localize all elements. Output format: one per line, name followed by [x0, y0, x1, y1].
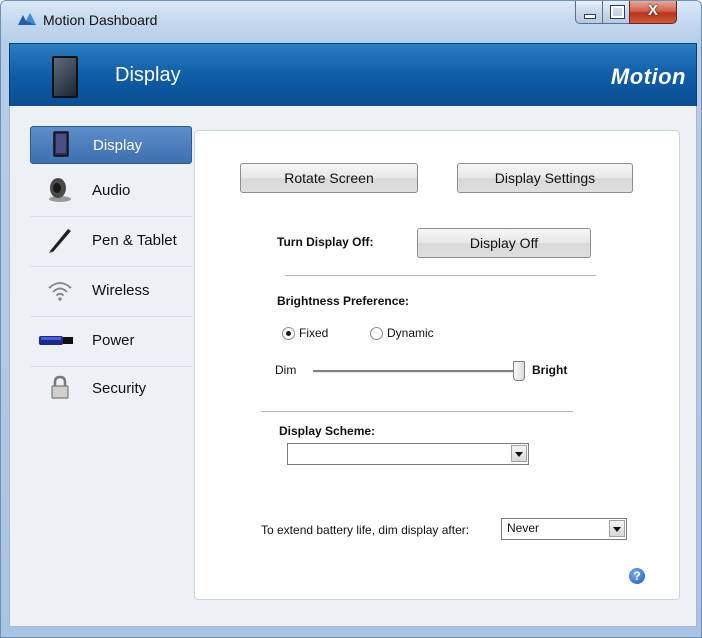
- display-panel: Rotate Screen Display Settings Turn Disp…: [194, 130, 680, 600]
- sidebar-divider: [30, 266, 192, 267]
- display-scheme-label: Display Scheme:: [279, 424, 376, 438]
- display-settings-button[interactable]: Display Settings: [457, 163, 633, 193]
- chevron-down-icon[interactable]: [511, 445, 527, 462]
- sidebar-item-label: Security: [92, 380, 147, 397]
- bright-label: Bright: [532, 363, 568, 377]
- rotate-screen-button[interactable]: Rotate Screen: [240, 163, 418, 193]
- maximize-button[interactable]: [602, 1, 630, 24]
- sidebar-item-security[interactable]: Security: [30, 368, 190, 412]
- dim-after-value: Never: [507, 521, 540, 535]
- tablet-icon: [52, 56, 78, 98]
- brightness-slider-track[interactable]: [313, 370, 519, 373]
- page-title: Display: [115, 64, 181, 86]
- sidebar-item-label: Wireless: [92, 282, 150, 299]
- title-bar[interactable]: Motion Dashboard X: [1, 1, 701, 41]
- sidebar-item-label: Display: [93, 137, 143, 154]
- app-logo-icon: [18, 13, 36, 25]
- minimize-button[interactable]: [575, 1, 603, 24]
- sidebar-divider: [30, 216, 192, 217]
- dim-after-dropdown[interactable]: Never: [501, 518, 627, 540]
- sidebar-item-power[interactable]: Power: [30, 320, 190, 364]
- sidebar-item-wireless[interactable]: Wireless: [30, 270, 190, 314]
- fixed-radio-label: Fixed: [299, 326, 329, 340]
- pen-icon: [49, 229, 71, 253]
- wireless-icon: [48, 282, 72, 301]
- close-icon: X: [647, 2, 658, 19]
- chevron-down-icon[interactable]: [609, 520, 625, 537]
- dynamic-radio-label: Dynamic: [387, 326, 434, 340]
- sidebar-item-label: Pen & Tablet: [92, 232, 177, 249]
- display-scheme-dropdown[interactable]: [287, 443, 529, 465]
- display-off-button[interactable]: Display Off: [417, 228, 591, 258]
- sidebar-item-label: Power: [92, 332, 135, 349]
- sidebar-divider: [30, 316, 192, 317]
- section-divider: [261, 411, 573, 412]
- brand-logo: Motion: [610, 64, 686, 89]
- brightness-slider-thumb[interactable]: [513, 361, 525, 381]
- tablet-icon: [53, 131, 69, 157]
- dynamic-radio[interactable]: [370, 327, 383, 340]
- brightness-preference-label: Brightness Preference:: [277, 294, 410, 308]
- window-title: Motion Dashboard: [43, 12, 158, 28]
- close-button[interactable]: X: [629, 1, 677, 24]
- sidebar-divider: [30, 366, 192, 367]
- battery-icon: [39, 336, 73, 345]
- speaker-icon: [49, 178, 71, 202]
- lock-icon: [51, 375, 69, 399]
- turn-display-off-label: Turn Display Off:: [277, 235, 374, 249]
- main-area: Display Audio Pen & Tablet Wireless Powe…: [9, 106, 697, 627]
- sidebar-item-audio[interactable]: Audio: [30, 170, 190, 214]
- sidebar-item-display[interactable]: Display: [30, 126, 192, 164]
- sidebar-item-label: Audio: [92, 182, 131, 199]
- app-window: Motion Dashboard X Display Motion Displa…: [0, 0, 702, 638]
- fixed-radio[interactable]: [282, 327, 295, 340]
- sidebar-item-pen-tablet[interactable]: Pen & Tablet: [30, 220, 190, 264]
- help-icon[interactable]: ?: [629, 568, 645, 584]
- header-banner: Display Motion: [9, 43, 697, 107]
- dim-label: Dim: [275, 363, 297, 377]
- section-divider: [285, 275, 596, 276]
- battery-dim-label: To extend battery life, dim display afte…: [261, 523, 470, 537]
